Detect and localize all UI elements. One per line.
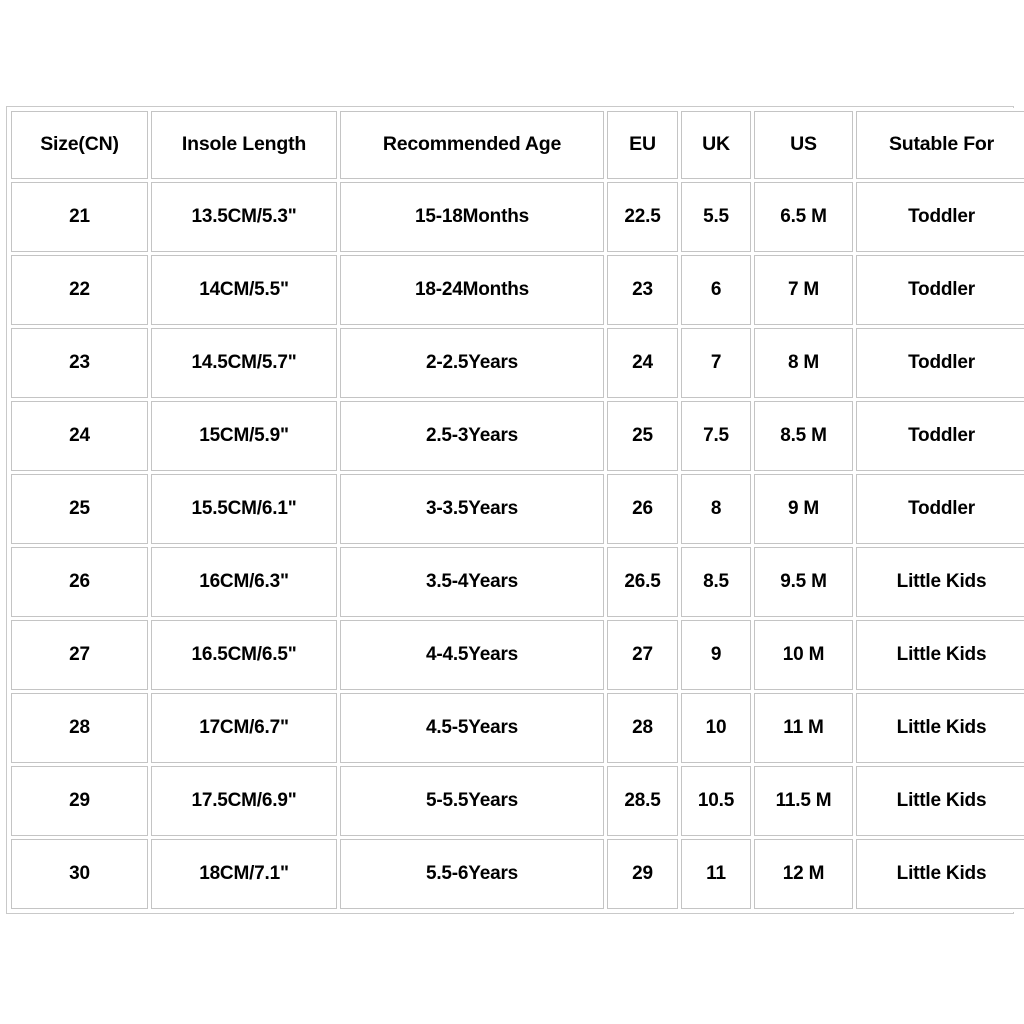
cell-uk: 9 <box>681 620 751 690</box>
cell-us: 6.5 M <box>754 182 853 252</box>
cell-insole-length: 13.5CM/5.3" <box>151 182 337 252</box>
cell-eu: 29 <box>607 839 678 909</box>
cell-suitable-for: Toddler <box>856 182 1024 252</box>
cell-us: 10 M <box>754 620 853 690</box>
cell-eu: 25 <box>607 401 678 471</box>
cell-uk: 10.5 <box>681 766 751 836</box>
cell-insole-length: 15CM/5.9" <box>151 401 337 471</box>
cell-insole-length: 17.5CM/6.9" <box>151 766 337 836</box>
cell-eu: 26.5 <box>607 547 678 617</box>
cell-uk: 11 <box>681 839 751 909</box>
cell-eu: 28 <box>607 693 678 763</box>
cell-recommended-age: 4-4.5Years <box>340 620 604 690</box>
cell-suitable-for: Toddler <box>856 328 1024 398</box>
cell-suitable-for: Toddler <box>856 474 1024 544</box>
table-row: 30 18CM/7.1" 5.5-6Years 29 11 12 M Little Kids <box>11 839 1024 909</box>
table-row: 24 15CM/5.9" 2.5-3Years 25 7.5 8.5 M Toddler <box>11 401 1024 471</box>
column-header-eu: EU <box>607 111 678 179</box>
column-header-uk: UK <box>681 111 751 179</box>
cell-recommended-age: 3.5-4Years <box>340 547 604 617</box>
cell-size-cn: 27 <box>11 620 148 690</box>
column-header-suitable-for: Sutable For <box>856 111 1024 179</box>
cell-us: 9 M <box>754 474 853 544</box>
cell-insole-length: 14.5CM/5.7" <box>151 328 337 398</box>
cell-size-cn: 26 <box>11 547 148 617</box>
table-row: 28 17CM/6.7" 4.5-5Years 28 10 11 M Little Kids <box>11 693 1024 763</box>
cell-us: 11.5 M <box>754 766 853 836</box>
cell-suitable-for: Little Kids <box>856 620 1024 690</box>
table-row: 23 14.5CM/5.7" 2-2.5Years 24 7 8 M Toddler <box>11 328 1024 398</box>
cell-eu: 27 <box>607 620 678 690</box>
cell-size-cn: 29 <box>11 766 148 836</box>
cell-insole-length: 16.5CM/6.5" <box>151 620 337 690</box>
table-row: 21 13.5CM/5.3" 15-18Months 22.5 5.5 6.5 M Todd… <box>11 182 1024 252</box>
cell-suitable-for: Little Kids <box>856 766 1024 836</box>
cell-recommended-age: 15-18Months <box>340 182 604 252</box>
cell-us: 9.5 M <box>754 547 853 617</box>
cell-eu: 23 <box>607 255 678 325</box>
cell-recommended-age: 2.5-3Years <box>340 401 604 471</box>
cell-size-cn: 28 <box>11 693 148 763</box>
cell-insole-length: 14CM/5.5" <box>151 255 337 325</box>
cell-suitable-for: Little Kids <box>856 547 1024 617</box>
table-body: 21 13.5CM/5.3" 15-18Months 22.5 5.5 6.5 M Todd… <box>11 182 1024 909</box>
cell-size-cn: 21 <box>11 182 148 252</box>
cell-size-cn: 22 <box>11 255 148 325</box>
table-row: 27 16.5CM/6.5" 4-4.5Years 27 9 10 M Little Kid… <box>11 620 1024 690</box>
table-row: 22 14CM/5.5" 18-24Months 23 6 7 M Toddler <box>11 255 1024 325</box>
cell-us: 12 M <box>754 839 853 909</box>
cell-suitable-for: Little Kids <box>856 839 1024 909</box>
cell-recommended-age: 2-2.5Years <box>340 328 604 398</box>
cell-eu: 24 <box>607 328 678 398</box>
cell-recommended-age: 5.5-6Years <box>340 839 604 909</box>
cell-uk: 7 <box>681 328 751 398</box>
cell-suitable-for: Toddler <box>856 255 1024 325</box>
cell-size-cn: 25 <box>11 474 148 544</box>
cell-recommended-age: 5-5.5Years <box>340 766 604 836</box>
table-row: 25 15.5CM/6.1" 3-3.5Years 26 8 9 M Toddler <box>11 474 1024 544</box>
cell-us: 11 M <box>754 693 853 763</box>
column-header-recommended-age: Recommended Age <box>340 111 604 179</box>
cell-eu: 28.5 <box>607 766 678 836</box>
table-header-row: Size(CN) Insole Length Recommended Age E… <box>11 111 1024 179</box>
table-row: 26 16CM/6.3" 3.5-4Years 26.5 8.5 9.5 M Little … <box>11 547 1024 617</box>
cell-suitable-for: Toddler <box>856 401 1024 471</box>
cell-us: 7 M <box>754 255 853 325</box>
cell-uk: 8.5 <box>681 547 751 617</box>
table-row: 29 17.5CM/6.9" 5-5.5Years 28.5 10.5 11.5 M Lit… <box>11 766 1024 836</box>
size-chart-container: Size(CN) Insole Length Recommended Age E… <box>6 106 1024 914</box>
cell-us: 8.5 M <box>754 401 853 471</box>
column-header-us: US <box>754 111 853 179</box>
cell-insole-length: 15.5CM/6.1" <box>151 474 337 544</box>
cell-insole-length: 18CM/7.1" <box>151 839 337 909</box>
cell-suitable-for: Little Kids <box>856 693 1024 763</box>
cell-size-cn: 24 <box>11 401 148 471</box>
cell-uk: 10 <box>681 693 751 763</box>
cell-recommended-age: 3-3.5Years <box>340 474 604 544</box>
cell-insole-length: 17CM/6.7" <box>151 693 337 763</box>
cell-size-cn: 30 <box>11 839 148 909</box>
cell-eu: 22.5 <box>607 182 678 252</box>
cell-uk: 8 <box>681 474 751 544</box>
cell-uk: 5.5 <box>681 182 751 252</box>
table-header: Size(CN) Insole Length Recommended Age E… <box>11 111 1024 179</box>
column-header-size-cn: Size(CN) <box>11 111 148 179</box>
cell-size-cn: 23 <box>11 328 148 398</box>
cell-uk: 7.5 <box>681 401 751 471</box>
cell-recommended-age: 4.5-5Years <box>340 693 604 763</box>
cell-insole-length: 16CM/6.3" <box>151 547 337 617</box>
cell-us: 8 M <box>754 328 853 398</box>
column-header-insole-length: Insole Length <box>151 111 337 179</box>
cell-eu: 26 <box>607 474 678 544</box>
cell-uk: 6 <box>681 255 751 325</box>
cell-recommended-age: 18-24Months <box>340 255 604 325</box>
shoe-size-chart-table: Size(CN) Insole Length Recommended Age E… <box>8 108 1024 912</box>
